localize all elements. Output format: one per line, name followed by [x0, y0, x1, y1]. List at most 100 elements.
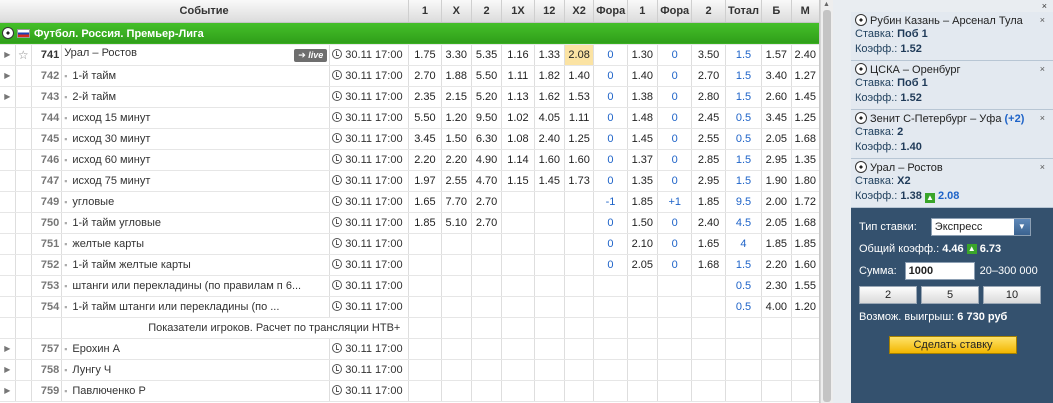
under-coef[interactable]: 1.55: [791, 275, 819, 297]
handicap-coef-2[interactable]: 2.95: [691, 170, 726, 192]
coef-x[interactable]: [441, 275, 472, 297]
coef-1x[interactable]: 1.16: [501, 44, 535, 66]
handicap-1[interactable]: [593, 338, 628, 360]
col-handicap-1[interactable]: Фора: [593, 0, 628, 23]
handicap-1[interactable]: 0: [593, 212, 628, 234]
total-value[interactable]: [725, 338, 763, 360]
under-coef[interactable]: 1.27: [791, 65, 819, 87]
coef-2[interactable]: 5.35: [471, 44, 503, 66]
over-coef[interactable]: 3.40: [761, 65, 792, 87]
coef-x[interactable]: 1.50: [441, 128, 472, 150]
table-row[interactable]: ▶ 743 ▪ 2-й тайм 30.11 17:00 2.35 2.15 5.20 1.13…: [0, 86, 819, 108]
over-coef[interactable]: [761, 338, 792, 360]
coef-1x[interactable]: [501, 338, 535, 360]
over-coef[interactable]: 2.30: [761, 275, 792, 297]
quick-sum-5-button[interactable]: 5: [921, 286, 979, 304]
coef-x[interactable]: 1.20: [441, 107, 472, 129]
handicap-2[interactable]: [657, 338, 693, 360]
col-handicap-2[interactable]: Фора: [657, 0, 693, 23]
coef-12[interactable]: 2.40: [534, 128, 565, 150]
coef-12[interactable]: 1.82: [534, 65, 565, 87]
total-value[interactable]: 1.5: [725, 65, 763, 87]
sum-input[interactable]: 1000: [904, 262, 975, 280]
table-row[interactable]: 746 ▪ исход 60 минут 30.11 17:00 2.20 2.20 4.9…: [0, 149, 819, 171]
coef-1[interactable]: 5.50: [408, 107, 442, 129]
event-name[interactable]: ▪ исход 15 минут: [61, 107, 331, 129]
total-value[interactable]: [725, 359, 763, 381]
under-coef[interactable]: [791, 338, 819, 360]
over-coef[interactable]: 1.85: [761, 233, 792, 255]
handicap-1[interactable]: [593, 296, 628, 318]
handicap-coef-2[interactable]: 2.55: [691, 128, 726, 150]
col-handicap-coef-1[interactable]: 1: [627, 0, 659, 23]
event-name[interactable]: ▪ исход 60 минут: [61, 149, 331, 171]
coef-1x[interactable]: 1.02: [501, 107, 535, 129]
col-event[interactable]: Событие: [0, 0, 410, 23]
coef-2[interactable]: 4.90: [471, 149, 503, 171]
under-coef[interactable]: 1.45: [791, 86, 819, 108]
event-name[interactable]: ▪ 1-й тайм желтые карты: [61, 254, 331, 276]
event-name[interactable]: ▪ Павлюченко Р: [61, 380, 331, 402]
coef-12[interactable]: 1.45: [534, 170, 565, 192]
handicap-2[interactable]: 0: [657, 65, 693, 87]
slip-bet[interactable]: Урал – Ростов × Ставка: X2 Коэфф.: 1.38 ▲ 2…: [851, 159, 1053, 208]
handicap-coef-2[interactable]: [691, 275, 726, 297]
coef-2[interactable]: [471, 359, 503, 381]
coef-1[interactable]: [408, 296, 442, 318]
coef-x[interactable]: 7.70: [441, 191, 472, 213]
expand-icon[interactable]: ▶: [0, 338, 16, 360]
handicap-coef-2[interactable]: 1.85: [691, 191, 726, 213]
total-value[interactable]: 1.5: [725, 149, 763, 171]
coef-1[interactable]: 1.65: [408, 191, 442, 213]
coef-2[interactable]: 9.50: [471, 107, 503, 129]
event-name[interactable]: Урал – Ростов ➔ live: [61, 44, 331, 66]
coef-1x[interactable]: 1.13: [501, 86, 535, 108]
handicap-2[interactable]: 0: [657, 107, 693, 129]
handicap-coef-1[interactable]: 1.37: [627, 149, 659, 171]
total-value[interactable]: 0.5: [725, 296, 763, 318]
over-coef[interactable]: 2.05: [761, 212, 792, 234]
handicap-coef-2[interactable]: [691, 296, 726, 318]
coef-x[interactable]: 3.30: [441, 44, 472, 66]
table-row[interactable]: ▶ 758 ▪ Лунгу Ч 30.11 17:00: [0, 359, 819, 381]
coef-1x[interactable]: [501, 191, 535, 213]
under-coef[interactable]: 2.40: [791, 44, 819, 66]
coef-2[interactable]: 6.30: [471, 128, 503, 150]
coef-x[interactable]: [441, 380, 472, 402]
table-row[interactable]: 744 ▪ исход 15 минут 30.11 17:00 5.50 1.20 9.5…: [0, 107, 819, 129]
remove-bet-icon[interactable]: ×: [1040, 113, 1045, 123]
handicap-2[interactable]: 0: [657, 44, 693, 66]
coef-x[interactable]: 5.10: [441, 212, 472, 234]
total-value[interactable]: 0.5: [725, 128, 763, 150]
handicap-coef-2[interactable]: [691, 380, 726, 402]
scrollbar-thumb[interactable]: [823, 10, 831, 402]
coef-1[interactable]: [408, 359, 442, 381]
under-coef[interactable]: 1.68: [791, 212, 819, 234]
under-coef[interactable]: 1.85: [791, 233, 819, 255]
coef-x2[interactable]: 1.40: [564, 65, 595, 87]
handicap-coef-1[interactable]: 1.48: [627, 107, 659, 129]
coef-2[interactable]: 5.20: [471, 86, 503, 108]
handicap-coef-2[interactable]: 3.50: [691, 44, 726, 66]
handicap-2[interactable]: [657, 359, 693, 381]
coef-12[interactable]: [534, 338, 565, 360]
under-coef[interactable]: 1.20: [791, 296, 819, 318]
coef-12[interactable]: [534, 380, 565, 402]
coef-12[interactable]: 1.60: [534, 149, 565, 171]
under-coef[interactable]: 1.35: [791, 149, 819, 171]
coef-x[interactable]: [441, 359, 472, 381]
expand-icon[interactable]: ▶: [0, 86, 16, 108]
coef-1[interactable]: [408, 338, 442, 360]
under-coef[interactable]: 1.60: [791, 254, 819, 276]
handicap-coef-1[interactable]: 1.45: [627, 128, 659, 150]
handicap-2[interactable]: 0: [657, 254, 693, 276]
total-value[interactable]: 0.5: [725, 107, 763, 129]
table-row[interactable]: ▶ 759 ▪ Павлюченко Р 30.11 17:00: [0, 380, 819, 402]
handicap-2[interactable]: [657, 275, 693, 297]
slip-bet[interactable]: ЦСКА – Оренбург × Ставка: Поб 1 Коэфф.: 1.5…: [851, 61, 1053, 110]
coef-x2[interactable]: 1.25: [564, 128, 595, 150]
coef-12[interactable]: [534, 254, 565, 276]
coef-1[interactable]: 2.70: [408, 65, 442, 87]
coef-1x[interactable]: 1.15: [501, 170, 535, 192]
table-row[interactable]: 749 ▪ угловые 30.11 17:00 1.65 7.70 2.70 -1 1.85…: [0, 191, 819, 213]
